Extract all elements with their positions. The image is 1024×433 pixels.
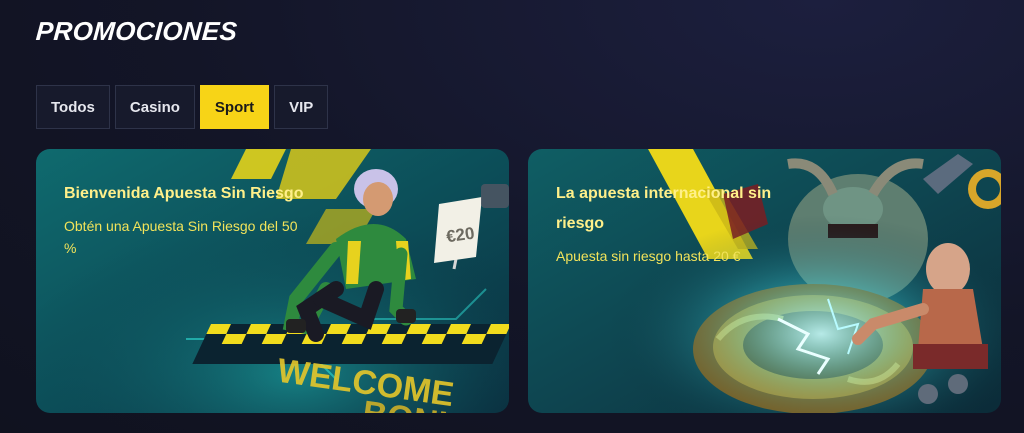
promo-card-welcome[interactable]: WELCOME BONUS €20 bbox=[36, 149, 509, 413]
promo-cards: WELCOME BONUS €20 bbox=[36, 149, 1001, 413]
promo-description: Apuesta sin riesgo hasta 20 € bbox=[556, 248, 741, 264]
svg-text:€20: €20 bbox=[445, 224, 476, 247]
promo-description: Obtén una Apuesta Sin Riesgo del 50 % bbox=[64, 218, 298, 256]
promo-category-tabs: Todos Casino Sport VIP bbox=[36, 85, 329, 129]
page-title: PROMOCIONES bbox=[34, 16, 239, 46]
tab-vip[interactable]: VIP bbox=[274, 85, 329, 129]
promo-title: La apuesta internacional sin riesgo bbox=[556, 185, 772, 232]
promo-card-international[interactable]: La apuesta internacional sin riesgo Apue… bbox=[528, 149, 1001, 413]
promo-title: Bienvenida Apuesta Sin Riesgo bbox=[64, 185, 304, 202]
tab-todos[interactable]: Todos bbox=[36, 85, 110, 129]
tab-casino[interactable]: Casino bbox=[114, 85, 195, 129]
tab-sport[interactable]: Sport bbox=[199, 85, 270, 129]
